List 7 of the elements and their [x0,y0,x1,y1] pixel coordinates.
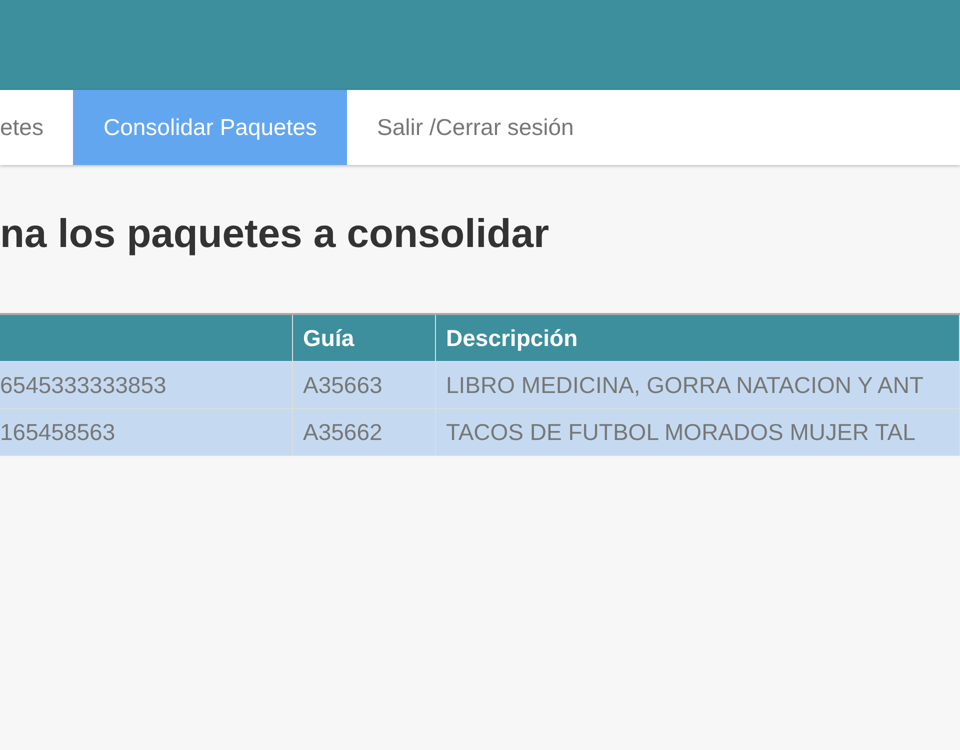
table-cell: TACOS DE FUTBOL MORADOS MUJER TAL [436,409,960,455]
nav-tab[interactable]: Salir /Cerrar sesión [347,90,604,165]
table-cell: 165458563 [0,409,293,455]
nav-tab[interactable]: Consolidar Paquetes [73,90,348,165]
page-heading: na los paquetes a consolidar [0,211,550,258]
table-cell: A35662 [293,409,436,455]
nav-tab[interactable]: etes [0,90,74,165]
